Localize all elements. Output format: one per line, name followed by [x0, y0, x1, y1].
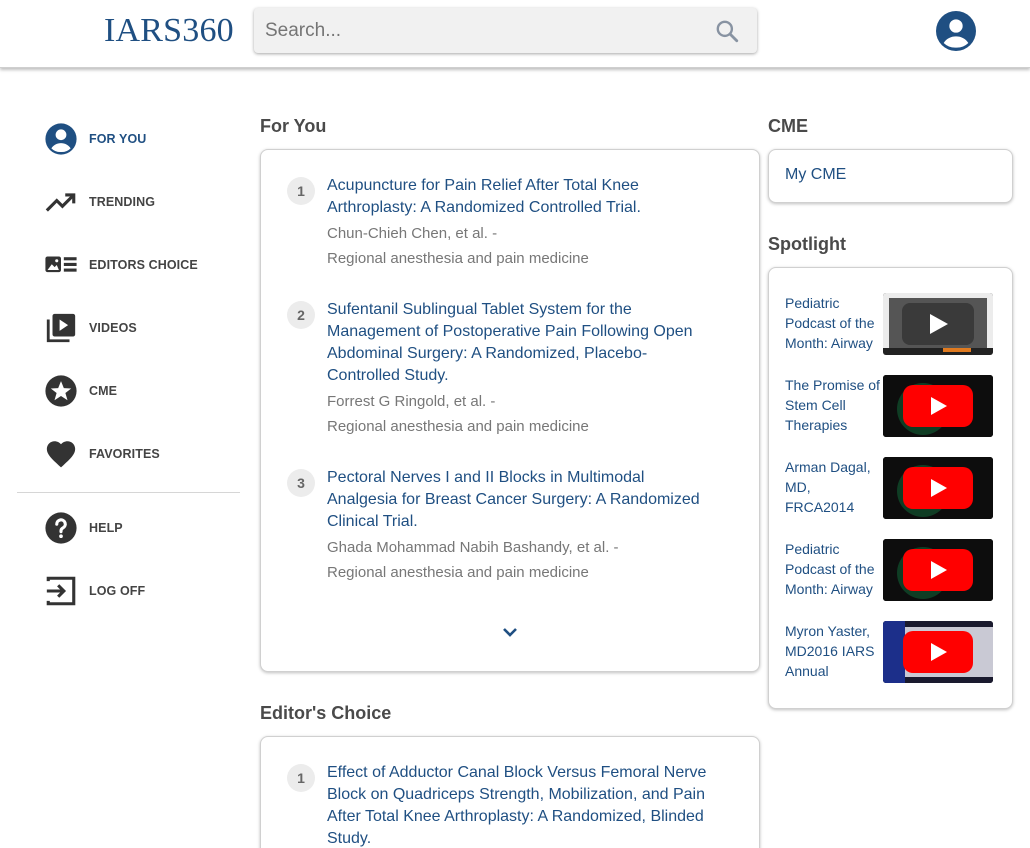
sidebar-item-trending[interactable]: TRENDING: [17, 173, 240, 236]
sidebar-item-label: VIDEOS: [89, 321, 137, 335]
top-bar: IARS360: [0, 0, 1030, 68]
cme-heading: CME: [768, 116, 808, 136]
sidebar-item-log-off[interactable]: LOG OFF: [17, 562, 240, 625]
play-icon: [931, 479, 947, 497]
spotlight-title[interactable]: Pediatric Podcast of the Month: Airway: [785, 539, 883, 599]
play-icon: [931, 643, 947, 661]
editors-choice-card: 1 Effect of Adductor Canal Block Versus …: [260, 736, 760, 848]
sidebar-divider: [17, 492, 240, 493]
spotlight-title[interactable]: Myron Yaster, MD2016 IARS Annual: [785, 621, 883, 681]
article-journal: Regional anesthesia and pain medicine: [327, 418, 589, 435]
spotlight-item[interactable]: Pediatric Podcast of the Month: Airway: [785, 293, 997, 355]
sidebar-item-label: EDITORS CHOICE: [89, 258, 198, 272]
cme-card: My CME: [768, 149, 1013, 203]
for-you-heading: For You: [260, 116, 327, 136]
chevron-down-icon[interactable]: [499, 626, 521, 640]
item-number: 1: [287, 764, 315, 792]
for-you-card: 1 Acupuncture for Pain Relief After Tota…: [260, 149, 760, 672]
article-title-link[interactable]: Effect of Adductor Canal Block Versus Fe…: [327, 762, 707, 848]
editors-choice-heading: Editor's Choice: [260, 703, 392, 723]
play-icon: [931, 397, 947, 415]
play-icon: [930, 314, 948, 334]
article-journal: Regional anesthesia and pain medicine: [327, 250, 589, 267]
article-title-link[interactable]: Sufentanil Sublingual Tablet System for …: [327, 299, 707, 387]
list-item: 1 Effect of Adductor Canal Block Versus …: [287, 762, 707, 848]
spotlight-card: Pediatric Podcast of the Month: Airway T…: [768, 267, 1013, 709]
video-library-icon: [46, 313, 76, 343]
article-image-icon: [45, 256, 77, 273]
sidebar-item-label: LOG OFF: [89, 584, 146, 598]
star-circle-icon: [45, 375, 77, 407]
sidebar-item-for-you[interactable]: FOR YOU: [17, 110, 240, 173]
search-icon[interactable]: [714, 18, 740, 44]
spotlight-item[interactable]: Myron Yaster, MD2016 IARS Annual: [785, 621, 997, 683]
article-title-link[interactable]: Pectoral Nerves I and II Blocks in Multi…: [327, 467, 707, 533]
trending-up-icon: [45, 193, 76, 212]
sidebar-item-help[interactable]: HELP: [17, 499, 240, 562]
sidebar-item-cme[interactable]: CME: [17, 362, 240, 425]
my-cme-link[interactable]: My CME: [785, 166, 846, 184]
sidebar-item-label: HELP: [89, 521, 123, 535]
item-number: 1: [287, 177, 315, 205]
logout-icon: [46, 576, 76, 606]
video-thumbnail[interactable]: [883, 375, 993, 437]
sidebar-item-label: CME: [89, 384, 118, 398]
logo[interactable]: IARS360: [104, 12, 234, 50]
account-icon[interactable]: [936, 11, 976, 51]
item-number: 3: [287, 469, 315, 497]
heart-icon: [46, 441, 76, 468]
search-input[interactable]: [265, 17, 705, 45]
article-authors: Forrest G Ringold, et al. -: [327, 393, 496, 410]
search-box[interactable]: [254, 8, 757, 53]
video-thumbnail[interactable]: [883, 621, 993, 683]
help-circle-icon: [45, 512, 77, 544]
spotlight-title[interactable]: Pediatric Podcast of the Month: Airway: [785, 293, 883, 353]
sidebar-nav: FOR YOU TRENDING EDITORS CHOICE VIDEOS C…: [17, 110, 240, 625]
play-icon: [931, 561, 947, 579]
article-authors: Chun-Chieh Chen, et al. -: [327, 225, 498, 242]
spotlight-title[interactable]: Arman Dagal, MD, FRCA2014: [785, 457, 883, 517]
sidebar-item-label: FAVORITES: [89, 447, 160, 461]
article-title-link[interactable]: Acupuncture for Pain Relief After Total …: [327, 175, 707, 219]
sidebar-item-label: TRENDING: [89, 195, 156, 209]
spotlight-item[interactable]: Arman Dagal, MD, FRCA2014: [785, 457, 997, 519]
spotlight-heading: Spotlight: [768, 234, 846, 254]
article-journal: Regional anesthesia and pain medicine: [327, 564, 589, 581]
account-circle-icon: [45, 123, 77, 155]
video-thumbnail[interactable]: [883, 457, 993, 519]
sidebar-item-favorites[interactable]: FAVORITES: [17, 425, 240, 488]
sidebar-item-label: FOR YOU: [89, 132, 147, 146]
video-thumbnail[interactable]: [883, 539, 993, 601]
video-thumbnail[interactable]: [883, 293, 993, 355]
sidebar-item-videos[interactable]: VIDEOS: [17, 299, 240, 362]
spotlight-item[interactable]: Pediatric Podcast of the Month: Airway: [785, 539, 997, 601]
spotlight-title[interactable]: The Promise of Stem Cell Therapies: [785, 375, 883, 435]
article-authors: Ghada Mohammad Nabih Bashandy, et al. -: [327, 539, 619, 556]
list-item: 2 Sufentanil Sublingual Tablet System fo…: [287, 299, 707, 439]
spotlight-item[interactable]: The Promise of Stem Cell Therapies: [785, 375, 997, 437]
sidebar-item-editors-choice[interactable]: EDITORS CHOICE: [17, 236, 240, 299]
list-item: 1 Acupuncture for Pain Relief After Tota…: [287, 175, 707, 271]
list-item: 3 Pectoral Nerves I and II Blocks in Mul…: [287, 467, 707, 585]
item-number: 2: [287, 301, 315, 329]
